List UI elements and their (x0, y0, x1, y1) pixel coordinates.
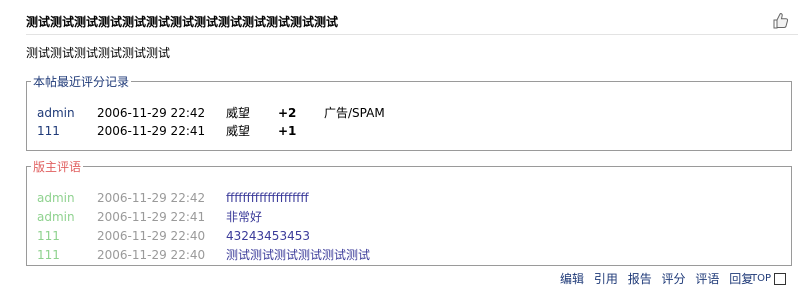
top-icon[interactable]: TOP (751, 273, 771, 284)
thumbs-up-icon[interactable] (771, 11, 791, 31)
edit-link[interactable]: 编辑 (560, 272, 584, 286)
post-body: 测试测试测试测试测试测试 (26, 46, 171, 60)
moderator-comments-legend: 版主评语 (33, 160, 82, 174)
quote-link[interactable]: 引用 (594, 272, 618, 286)
rating-score: +1 (278, 124, 297, 138)
comment-time: 2006-11-29 22:40 (97, 229, 206, 243)
title-divider (26, 34, 798, 35)
rating-user-link[interactable]: admin (37, 104, 75, 122)
comment-text: 测试测试测试测试测试测试 (226, 248, 371, 262)
comment-time: 2006-11-29 22:42 (97, 191, 206, 205)
comment-text: ffffffffffffffffffff (226, 191, 309, 205)
reply-link[interactable]: 回复 (729, 272, 753, 286)
rating-kind: 威望 (226, 106, 251, 120)
select-checkbox[interactable] (774, 273, 786, 285)
rating-time: 2006-11-29 22:41 (97, 124, 206, 138)
comment-link[interactable]: 评语 (695, 272, 719, 286)
rate-link[interactable]: 评分 (662, 272, 686, 286)
rating-score: +2 (278, 106, 297, 120)
rating-log-legend: 本帖最近评分记录 (33, 75, 130, 89)
report-link[interactable]: 报告 (628, 272, 652, 286)
rating-user-link[interactable]: 111 (37, 122, 60, 140)
comment-time: 2006-11-29 22:40 (97, 248, 206, 262)
rating-reason: 广告/SPAM (324, 106, 385, 120)
comment-user-link[interactable]: 111 (37, 227, 60, 245)
comment-user-link[interactable]: admin (37, 208, 75, 226)
rating-kind: 威望 (226, 124, 251, 138)
comment-text: 非常好 (226, 210, 263, 224)
comment-user-link[interactable]: 111 (37, 246, 60, 264)
comment-text: 43243453453 (226, 229, 310, 243)
post-title: 测试测试测试测试测试测试测试测试测试测试测试测试测试 (26, 15, 339, 29)
post-actions: 编辑 引用 报告 评分 评语 回复 (560, 271, 759, 287)
rating-time: 2006-11-29 22:42 (97, 106, 206, 120)
post: 测试测试测试测试测试测试测试测试测试测试测试测试测试 测试测试测试测试测试测试 … (0, 0, 798, 290)
comment-user-link[interactable]: admin (37, 189, 75, 207)
comment-time: 2006-11-29 22:41 (97, 210, 206, 224)
